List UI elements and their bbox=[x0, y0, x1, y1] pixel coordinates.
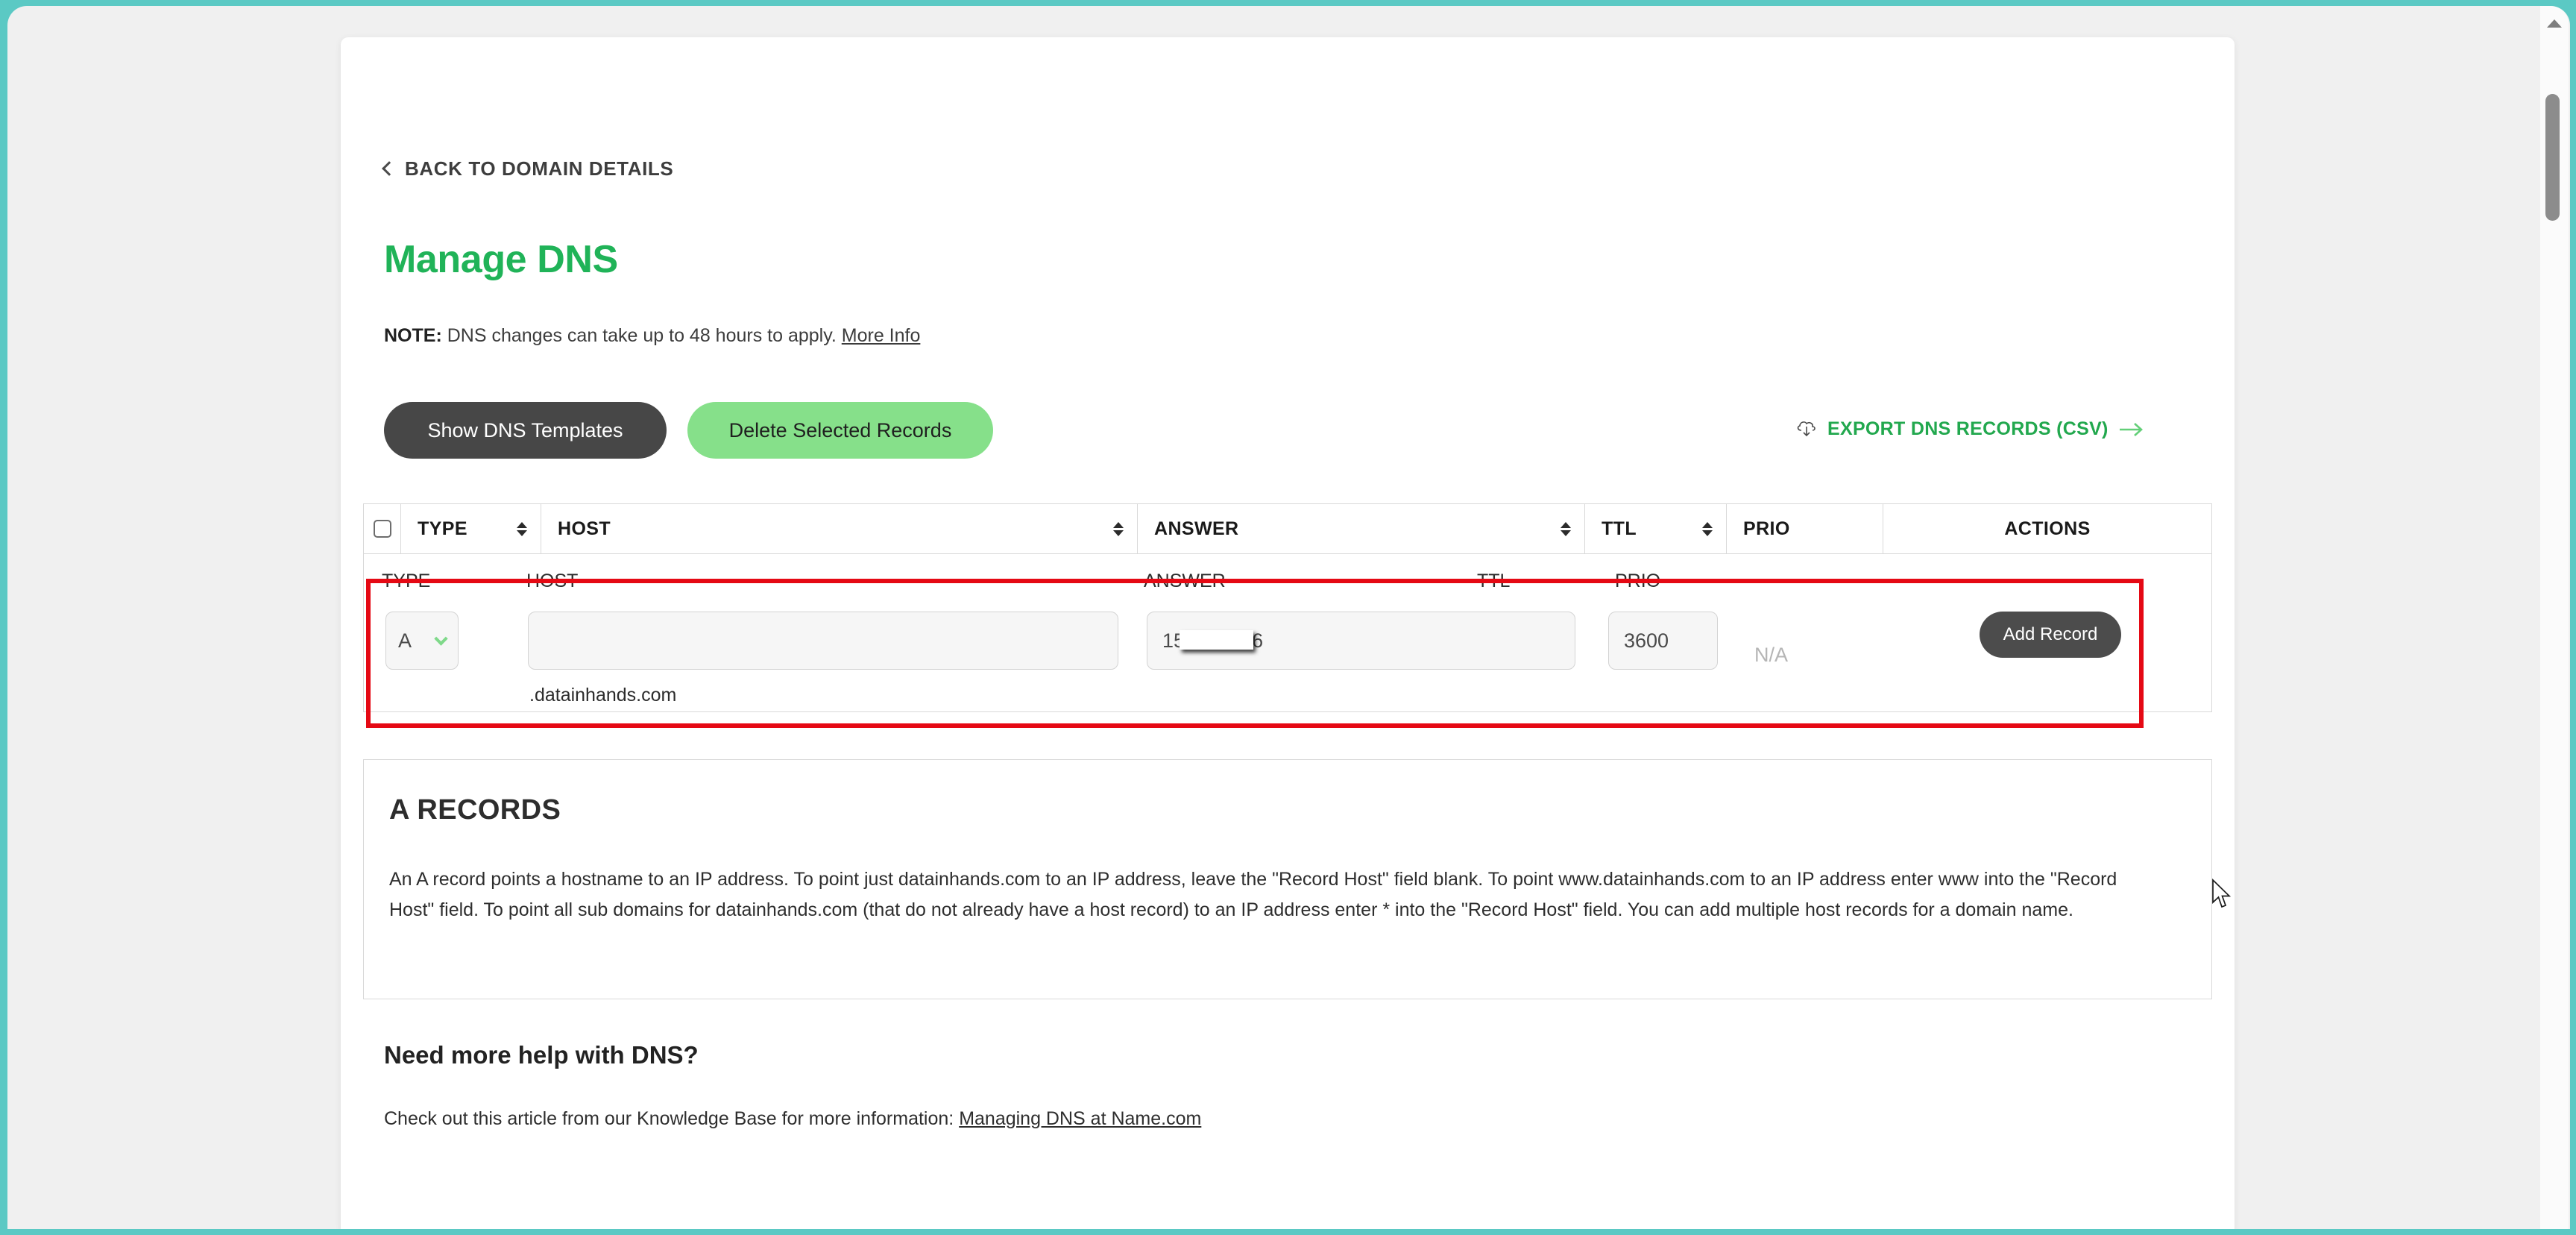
column-header-prio: PRIO bbox=[1727, 504, 1883, 553]
answer-overlay-patch bbox=[1180, 630, 1253, 650]
column-header-actions-label: ACTIONS bbox=[2004, 518, 2091, 539]
back-link-label: BACK TO DOMAIN DETAILS bbox=[405, 157, 674, 180]
select-all-cell bbox=[364, 504, 401, 553]
scrollbar-thumb[interactable] bbox=[2545, 94, 2560, 221]
sort-ascending-icon bbox=[1702, 521, 1713, 528]
dns-records-table: TYPE HOST ANSWER TTL PRIO ACTIONS bbox=[363, 503, 2212, 554]
sort-ascending-icon bbox=[517, 521, 527, 528]
cloud-download-icon bbox=[1797, 421, 1816, 436]
dns-note: NOTE: DNS changes can take up to 48 hour… bbox=[384, 325, 920, 347]
more-info-link[interactable]: More Info bbox=[842, 325, 921, 346]
column-header-answer[interactable]: ANSWER bbox=[1138, 504, 1585, 553]
sort-descending-icon bbox=[1702, 529, 1713, 536]
chevron-down-icon bbox=[434, 631, 448, 646]
column-header-prio-label: PRIO bbox=[1743, 518, 1790, 539]
form-label-prio: PRIO bbox=[1615, 571, 1661, 591]
export-dns-records-csv-link[interactable]: EXPORT DNS RECORDS (CSV) bbox=[1795, 418, 2145, 440]
sort-arrows-icon-ttl[interactable] bbox=[1702, 521, 1713, 536]
sort-ascending-icon bbox=[1113, 521, 1124, 528]
column-header-host[interactable]: HOST bbox=[541, 504, 1138, 553]
delete-selected-records-button[interactable]: Delete Selected Records bbox=[687, 402, 993, 459]
record-type-select-value: A bbox=[398, 629, 412, 652]
page-scrollbar[interactable] bbox=[2540, 6, 2569, 1229]
column-header-actions: ACTIONS bbox=[1883, 504, 2211, 553]
help-section-text: Check out this article from our Knowledg… bbox=[384, 1108, 1201, 1130]
page-title: Manage DNS bbox=[384, 238, 618, 281]
a-records-info-body: An A record points a hostname to an IP a… bbox=[389, 869, 2117, 920]
sort-descending-icon bbox=[1561, 529, 1571, 536]
help-section-title: Need more help with DNS? bbox=[384, 1041, 699, 1069]
form-label-ttl: TTL bbox=[1477, 571, 1511, 591]
column-header-ttl[interactable]: TTL bbox=[1585, 504, 1727, 553]
sort-arrows-icon-host[interactable] bbox=[1113, 521, 1124, 536]
back-to-domain-details-link[interactable]: BACK TO DOMAIN DETAILS bbox=[382, 157, 674, 180]
chevron-left-icon bbox=[382, 160, 397, 176]
column-header-type[interactable]: TYPE bbox=[401, 504, 541, 553]
sort-arrows-icon-type[interactable] bbox=[517, 521, 527, 536]
record-answer-field-wrapper bbox=[1147, 612, 1575, 670]
browser-viewport-frame: BACK TO DOMAIN DETAILS Manage DNS NOTE: … bbox=[0, 0, 2576, 1235]
sort-arrows-icon-answer[interactable] bbox=[1561, 521, 1571, 536]
table-header-row: TYPE HOST ANSWER TTL PRIO ACTIONS bbox=[363, 503, 2212, 554]
form-label-answer: ANSWER bbox=[1144, 571, 1226, 591]
show-dns-templates-button[interactable]: Show DNS Templates bbox=[384, 402, 667, 459]
record-prio-value: N/A bbox=[1754, 644, 1789, 666]
export-link-label: EXPORT DNS RECORDS (CSV) bbox=[1827, 418, 2109, 439]
sort-descending-icon bbox=[517, 529, 527, 536]
column-header-answer-label: ANSWER bbox=[1154, 518, 1239, 539]
arrow-right-icon bbox=[2119, 422, 2143, 436]
add-record-button[interactable]: Add Record bbox=[1980, 612, 2121, 658]
sort-descending-icon bbox=[1113, 529, 1124, 536]
knowledge-base-link[interactable]: Managing DNS at Name.com bbox=[959, 1108, 1201, 1129]
form-label-host: HOST bbox=[526, 571, 579, 591]
column-header-host-label: HOST bbox=[558, 518, 611, 539]
record-host-input[interactable] bbox=[528, 612, 1118, 670]
record-ttl-input[interactable] bbox=[1608, 612, 1718, 670]
a-records-info-title: A RECORDS bbox=[389, 794, 561, 826]
a-records-info-panel: A RECORDS An A record points a hostname … bbox=[363, 759, 2212, 999]
help-text: Check out this article from our Knowledg… bbox=[384, 1108, 960, 1129]
column-header-type-label: TYPE bbox=[418, 518, 467, 539]
select-all-checkbox[interactable] bbox=[373, 520, 391, 538]
note-label: NOTE: bbox=[384, 325, 442, 346]
record-type-select[interactable]: A bbox=[385, 612, 459, 670]
column-header-ttl-label: TTL bbox=[1602, 518, 1637, 539]
form-label-type: TYPE bbox=[382, 571, 431, 591]
triangle-up-icon[interactable] bbox=[2547, 19, 2562, 28]
sort-ascending-icon bbox=[1561, 521, 1571, 528]
note-text: DNS changes can take up to 48 hours to a… bbox=[441, 325, 842, 346]
page-background: BACK TO DOMAIN DETAILS Manage DNS NOTE: … bbox=[7, 6, 2570, 1229]
host-domain-suffix: .datainhands.com bbox=[529, 685, 677, 706]
